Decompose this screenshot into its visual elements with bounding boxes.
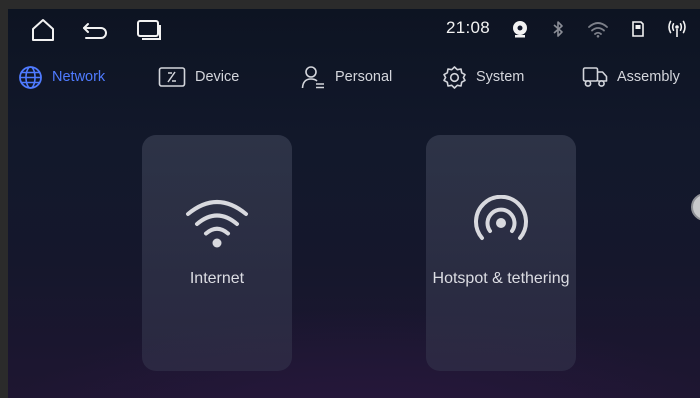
tab-device-label: Device — [195, 69, 240, 85]
recents-icon — [137, 20, 161, 40]
wifi-icon — [142, 195, 292, 251]
globe-icon — [19, 65, 42, 89]
tab-personal-label: Personal — [335, 69, 393, 85]
back-icon — [83, 23, 107, 39]
tab-device[interactable]: Device — [158, 61, 239, 93]
gear-icon — [443, 65, 466, 89]
broadcast-icon — [666, 19, 688, 39]
side-panel-handle[interactable] — [691, 193, 700, 221]
home-icon — [32, 19, 54, 41]
hotspot-card-label: Hotspot & tethering — [432, 270, 570, 287]
status-bar: 21:08 — [8, 9, 700, 49]
usb-disc-icon — [509, 19, 531, 39]
recents-button[interactable] — [132, 15, 166, 45]
tab-network[interactable]: Network — [18, 61, 105, 93]
clock: 21:08 — [446, 18, 491, 37]
settings-tabs: Network Device Personal System Assembly — [8, 61, 700, 93]
home-button[interactable] — [26, 15, 60, 45]
device-icon — [158, 67, 186, 87]
wifi-status-icon — [586, 19, 610, 39]
tab-system[interactable]: System — [442, 61, 524, 93]
internet-card-label: Internet — [189, 270, 245, 287]
sd-card-icon — [630, 19, 646, 39]
bluetooth-icon — [549, 19, 567, 39]
person-icon — [301, 65, 324, 88]
tab-assembly-label: Assembly — [617, 69, 680, 85]
tab-assembly[interactable]: Assembly — [582, 61, 680, 93]
truck-icon — [582, 67, 608, 87]
hotspot-icon — [426, 195, 576, 251]
settings-screen: 21:08 Network Device Personal System Ass… — [8, 9, 700, 398]
tab-personal[interactable]: Personal — [301, 61, 392, 93]
back-button[interactable] — [78, 15, 112, 45]
tab-system-label: System — [476, 69, 525, 85]
tab-network-label: Network — [52, 69, 106, 85]
hotspot-card[interactable]: Hotspot & tethering — [426, 135, 576, 371]
internet-card[interactable]: Internet — [142, 135, 292, 371]
